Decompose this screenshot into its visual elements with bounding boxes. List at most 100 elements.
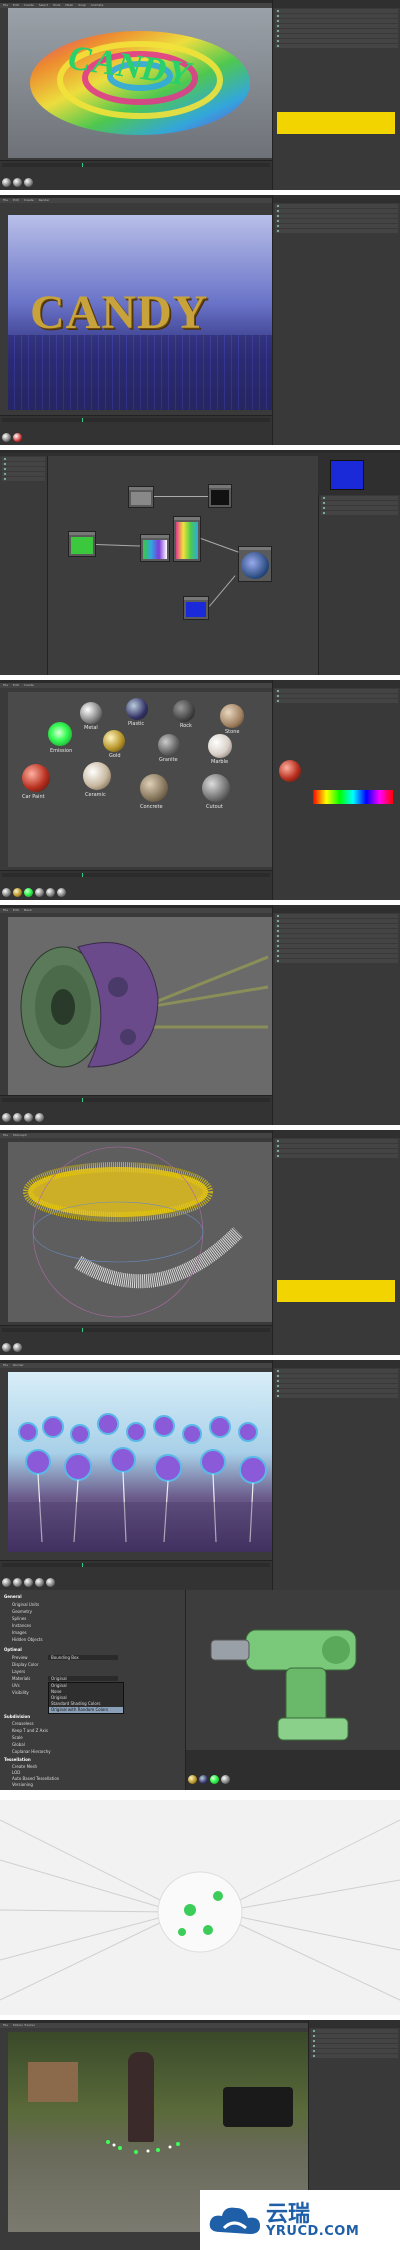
screenshot-brake-wire: File Edit Mesh	[0, 905, 400, 1125]
timeline-slider[interactable]	[2, 1098, 270, 1102]
attr-row: Display Color	[12, 1662, 39, 1667]
node-color-green[interactable]	[68, 531, 96, 557]
node-material-output[interactable]	[238, 546, 272, 582]
menu-animate[interactable]: Animate	[91, 3, 104, 7]
viewport[interactable]	[8, 917, 272, 1097]
attr-row: Materials	[12, 1676, 31, 1681]
preview-value[interactable]: Bounding Box	[48, 1655, 118, 1660]
menu-file[interactable]: File	[3, 1133, 8, 1137]
attribute-manager[interactable]	[272, 195, 400, 445]
screenshot-node-editor	[0, 450, 400, 675]
viewport[interactable]	[8, 1142, 272, 1322]
section-tessellation[interactable]: Tessellation	[4, 1757, 31, 1762]
node-canvas[interactable]	[48, 456, 318, 675]
timeline-slider[interactable]	[2, 1563, 270, 1567]
node-stripes[interactable]	[173, 516, 201, 562]
object-manager[interactable]	[272, 905, 400, 1125]
attribute-panel[interactable]: General Original Units Geometry Splines …	[0, 1590, 186, 1790]
node-black[interactable]	[208, 484, 232, 508]
viewport[interactable]: CANDY	[8, 215, 272, 410]
menu-file[interactable]: File	[3, 2023, 8, 2027]
timeline-slider[interactable]	[2, 873, 270, 877]
material-manager[interactable]	[0, 870, 272, 900]
menu-file[interactable]: File	[3, 908, 8, 912]
sculpt-render	[0, 1819, 400, 2001]
label-marble: Marble	[211, 759, 229, 765]
attributes-panel[interactable]	[318, 495, 400, 675]
menu-file[interactable]: File	[3, 198, 8, 202]
node-list-sidebar[interactable]	[0, 456, 48, 675]
attr-row: Geometry	[12, 1609, 32, 1614]
timeline-slider[interactable]	[2, 1328, 270, 1332]
menu-render[interactable]: Render	[13, 1363, 24, 1367]
materials-value[interactable]: Original	[48, 1676, 118, 1681]
timeline-slider[interactable]	[2, 418, 270, 422]
section-general[interactable]: General	[4, 1594, 22, 1599]
section-optimal[interactable]: Optimal	[4, 1647, 22, 1652]
screenshot-candy-spiral: File Edit Create Select Tools Mesh Snap …	[0, 0, 400, 190]
timeline-area[interactable]	[0, 160, 272, 190]
materials-dropdown[interactable]: Original None Original Standard Shading …	[48, 1682, 124, 1714]
label-emission: Emission	[50, 748, 73, 754]
attr-row: Images	[12, 1630, 27, 1635]
menu-select[interactable]: Select	[39, 3, 48, 7]
viewport[interactable]	[8, 1372, 272, 1552]
attr-row: Layers	[12, 1669, 26, 1674]
attribute-manager[interactable]	[272, 680, 400, 900]
menu-edit[interactable]: Edit	[13, 3, 19, 7]
label-plastic: Plastic	[128, 721, 145, 727]
material-manager[interactable]	[0, 415, 272, 445]
menu-edit[interactable]: Edit	[13, 198, 19, 202]
color-swatch[interactable]	[277, 1280, 395, 1302]
menu-render[interactable]: Render	[39, 198, 50, 202]
attr-row: Splines	[12, 1616, 27, 1621]
material-manager[interactable]	[0, 1325, 272, 1355]
material-strip[interactable]	[186, 1750, 400, 1790]
attr-row: Keep T and Z Axis	[12, 1728, 48, 1733]
color-gradient-picker[interactable]	[313, 790, 393, 804]
material-manager[interactable]	[0, 1095, 272, 1125]
menu-create[interactable]: Create	[24, 198, 34, 202]
menu-mesh[interactable]: Mesh	[24, 908, 32, 912]
node-grey[interactable]	[128, 486, 154, 508]
attr-row: Preview	[12, 1655, 28, 1660]
menu-create[interactable]: Create	[24, 3, 34, 7]
material-preview	[330, 460, 364, 490]
node-blue[interactable]	[183, 596, 209, 620]
sphere-gold	[103, 730, 125, 752]
menu-edit[interactable]: Edit	[13, 683, 19, 687]
material-manager[interactable]	[0, 1560, 272, 1590]
attr-row: Creaseless	[12, 1721, 34, 1726]
menu-file[interactable]: File	[3, 1363, 8, 1367]
viewport[interactable]: Metal Plastic Rock Stone Emission Gold G…	[8, 692, 272, 867]
label-stone: Stone	[225, 729, 240, 735]
attribute-manager[interactable]	[272, 1360, 400, 1590]
label-ceramic: Ceramic	[85, 792, 106, 798]
sphere-concrete	[140, 774, 168, 802]
menu-file[interactable]: File	[3, 3, 8, 7]
sphere-marble	[208, 734, 232, 758]
attribute-manager[interactable]	[272, 1130, 400, 1355]
menu-file[interactable]: File	[3, 683, 8, 687]
label-metal: Metal	[84, 725, 98, 731]
sphere-ceramic	[83, 762, 111, 790]
menu-create[interactable]: Create	[24, 683, 34, 687]
section-subdivision[interactable]: Subdivision	[4, 1714, 30, 1719]
cloud-logo-icon	[209, 2207, 260, 2234]
node-gradient[interactable]	[140, 534, 170, 562]
attr-row: Global	[12, 1742, 25, 1747]
timeline-slider[interactable]	[2, 163, 270, 167]
menu-edit[interactable]: Edit	[13, 908, 19, 912]
sphere-rock	[173, 700, 195, 722]
dropdown-option-selected[interactable]: Original with Random Colors	[49, 1707, 123, 1713]
viewport[interactable]	[186, 1590, 400, 1750]
menu-motion-tracker[interactable]: Motion Tracker	[13, 2023, 35, 2027]
attr-row: Hidden Objects	[12, 1637, 43, 1642]
viewport[interactable]: CANDY	[8, 8, 272, 158]
object-manager[interactable]	[272, 0, 400, 190]
menu-mesh[interactable]: Mesh	[65, 3, 73, 7]
menu-tools[interactable]: Tools	[53, 3, 60, 7]
menu-snap[interactable]: Snap	[78, 3, 86, 7]
color-swatch[interactable]	[277, 112, 395, 134]
menu-mograph[interactable]: MoGraph	[13, 1133, 27, 1137]
